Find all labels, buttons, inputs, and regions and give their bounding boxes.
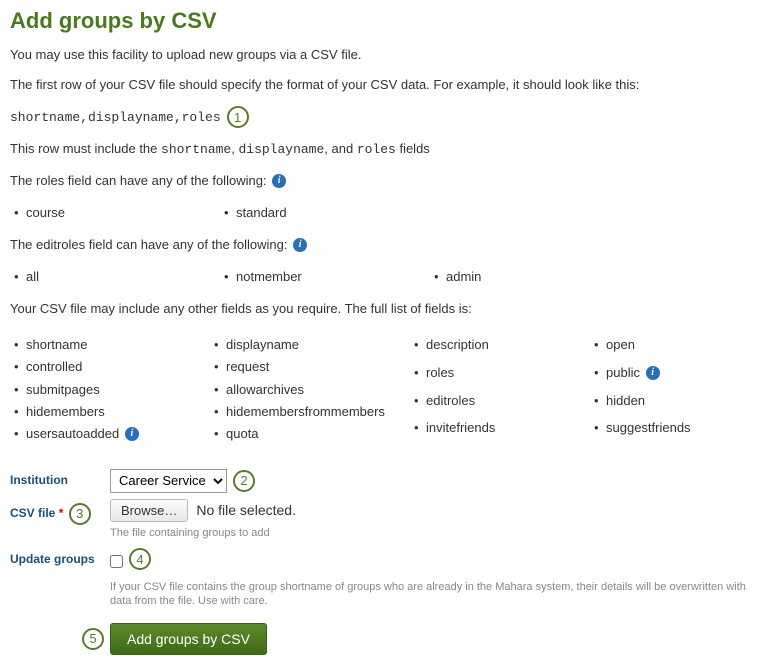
roles-intro: The roles field can have any of the foll…	[10, 172, 756, 190]
list-item: controlled	[10, 356, 210, 378]
editroles-list: all notmember admin	[10, 266, 756, 288]
fields-col-4: open public i hidden suggestfriends	[590, 334, 750, 444]
fields-col-1: shortname controlled submitpages hidemem…	[10, 334, 210, 444]
annotation-2: 2	[233, 470, 255, 492]
file-status: No file selected.	[196, 502, 296, 518]
intro-text: You may use this facility to upload new …	[10, 46, 756, 64]
list-item: notmember	[220, 266, 420, 288]
annotation-4: 4	[129, 548, 151, 570]
list-item: standard	[220, 202, 420, 224]
list-item: allowarchives	[210, 379, 410, 401]
submit-button[interactable]: Add groups by CSV	[110, 623, 267, 655]
list-item: public i	[590, 362, 750, 390]
annotation-5: 5	[82, 628, 104, 650]
annotation-1: 1	[227, 106, 249, 128]
first-row-intro: The first row of your CSV file should sp…	[10, 76, 756, 94]
update-checkbox[interactable]	[110, 555, 123, 568]
institution-select[interactable]: Career Service	[110, 469, 227, 493]
list-item: displayname	[210, 334, 410, 356]
list-item: all	[10, 266, 210, 288]
list-item: usersautoadded i	[10, 423, 210, 445]
list-item: hidden	[590, 390, 750, 418]
update-label: Update groups	[10, 548, 110, 566]
info-icon[interactable]: i	[272, 174, 286, 188]
list-item: roles	[410, 362, 590, 390]
csv-header-example: shortname,displayname,roles	[10, 110, 221, 125]
editroles-intro: The editroles field can have any of the …	[10, 236, 756, 254]
info-icon[interactable]: i	[125, 427, 139, 441]
list-item: shortname	[10, 334, 210, 356]
info-icon[interactable]: i	[646, 366, 660, 380]
browse-button[interactable]: Browse…	[110, 499, 188, 522]
annotation-3: 3	[69, 503, 91, 525]
list-item: hidemembers	[10, 401, 210, 423]
info-icon[interactable]: i	[293, 238, 307, 252]
full-list-intro: Your CSV file may include any other fiel…	[10, 300, 756, 318]
list-item: course	[10, 202, 210, 224]
mandatory-row: This row must include the shortname, dis…	[10, 140, 756, 159]
fields-col-3: description roles editroles invitefriend…	[410, 334, 590, 444]
page-title: Add groups by CSV	[10, 8, 756, 34]
list-item: hidemembersfrommembers	[210, 401, 410, 423]
roles-list: course standard	[10, 202, 756, 224]
csvfile-label: CSV file * 3	[10, 499, 110, 525]
fields-col-2: displayname request allowarchives hideme…	[210, 334, 410, 444]
csvfile-help: The file containing groups to add	[110, 526, 750, 540]
list-item: admin	[430, 266, 630, 288]
list-item: request	[210, 356, 410, 378]
list-item: submitpages	[10, 379, 210, 401]
list-item: editroles	[410, 390, 590, 418]
list-item: quota	[210, 423, 410, 445]
institution-label: Institution	[10, 469, 110, 487]
list-item: suggestfriends	[590, 417, 750, 445]
update-help: If your CSV file contains the group shor…	[110, 580, 750, 609]
list-item: invitefriends	[410, 417, 590, 445]
list-item: description	[410, 334, 590, 362]
list-item: open	[590, 334, 750, 362]
